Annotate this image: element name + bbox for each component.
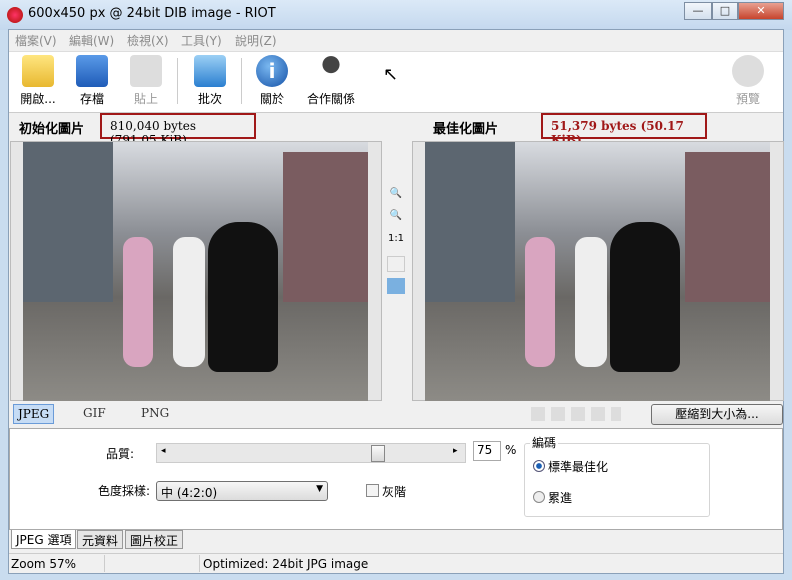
format-bar: JPEG GIF PNG 壓縮到大小為...	[9, 402, 783, 427]
close-button[interactable]: ✕	[738, 2, 784, 20]
encoding-progressive-radio[interactable]	[533, 491, 545, 503]
paste-label: 貼上	[133, 92, 158, 106]
floppy-disk-icon	[76, 55, 108, 87]
partners-button[interactable]: 合作關係	[299, 55, 363, 107]
status-zoom: Zoom 57%	[11, 557, 77, 571]
zoom-out-icon[interactable]: 🔍	[387, 210, 405, 226]
open-button[interactable]: 開啟...	[9, 55, 67, 107]
save-label: 存檔	[79, 92, 104, 106]
quality-slider[interactable]: ◂ ▸	[156, 443, 466, 463]
percent-sign: %	[505, 443, 517, 457]
tab-jpeg-options[interactable]: JPEG 選項	[11, 530, 77, 549]
format-tab-gif[interactable]: GIF	[79, 404, 110, 424]
preview-label: 預覽	[735, 92, 760, 106]
encoding-title: 編碼	[530, 434, 559, 451]
grayscale-checkbox[interactable]	[366, 484, 379, 497]
status-info: Optimized: 24bit JPG image	[203, 557, 369, 571]
about-label: 關於	[259, 92, 284, 106]
disabled-tool-icons	[531, 407, 621, 421]
minimize-button[interactable]: —	[684, 2, 712, 20]
encoding-standard-radio[interactable]	[533, 460, 545, 472]
slider-right-arrow-icon[interactable]: ▸	[453, 446, 458, 456]
menu-tools[interactable]: 工具(Y)	[181, 32, 222, 49]
status-divider	[199, 555, 200, 572]
preview-button[interactable]: 預覽	[719, 55, 777, 107]
quality-input[interactable]: 75	[473, 441, 501, 461]
optimized-label: 最佳化圖片	[433, 122, 499, 137]
fit-button[interactable]	[387, 256, 405, 272]
menu-bar: 檔案(V) 編輯(W) 檢視(X) 工具(Y) 說明(Z)	[9, 30, 783, 50]
open-label: 開啟...	[20, 92, 56, 106]
format-tab-jpeg[interactable]: JPEG	[13, 404, 55, 424]
tab-image-adjust[interactable]: 圖片校正	[125, 530, 184, 549]
optimized-image-panel[interactable]	[412, 141, 784, 401]
quality-slider-thumb[interactable]	[371, 445, 385, 462]
optimized-image	[425, 142, 770, 401]
size-labels-row: 初始化圖片 810,040 bytes (791.05 KiB) 最佳化圖片 5…	[9, 113, 783, 147]
grayscale-label: 灰階	[382, 485, 407, 499]
status-bar: Zoom 57% Optimized: 24bit JPG image	[9, 553, 783, 573]
main-window: 檔案(V) 編輯(W) 檢視(X) 工具(Y) 說明(Z) 開啟... 存檔 貼…	[8, 29, 784, 574]
batch-label: 批次	[197, 92, 222, 106]
app-icon	[7, 7, 23, 23]
toolbar: 開啟... 存檔 貼上 批次 i 關於 合作關係 ↖ 預覽	[9, 51, 783, 113]
chevron-down-icon: ▼	[316, 484, 323, 494]
batch-icon	[194, 55, 226, 87]
person-icon	[315, 55, 347, 87]
chroma-value: 中 (4:2:0)	[161, 486, 218, 500]
original-size: 810,040 bytes (791.05 KiB)	[100, 113, 256, 147]
actual-size-button[interactable]: 1:1	[387, 233, 405, 249]
jpeg-options-panel: 品質: ◂ ▸ 75 % 色度採樣: 中 (4:2:0) ▼ 灰階 編碼 標準最佳…	[9, 428, 783, 530]
original-image-panel[interactable]	[10, 141, 382, 401]
tab-metadata[interactable]: 元資料	[77, 530, 124, 549]
original-label: 初始化圖片	[19, 122, 85, 137]
menu-view[interactable]: 檢視(X)	[127, 32, 169, 49]
format-tab-png[interactable]: PNG	[137, 404, 173, 424]
slider-left-arrow-icon[interactable]: ◂	[161, 446, 166, 456]
chroma-select[interactable]: 中 (4:2:0) ▼	[156, 481, 328, 501]
quality-label: 品質:	[106, 447, 135, 461]
toolbar-separator	[177, 58, 178, 104]
mouse-cursor-icon: ↖	[383, 64, 399, 85]
original-image	[23, 142, 368, 401]
menu-help[interactable]: 說明(Z)	[235, 32, 277, 49]
compress-to-size-button[interactable]: 壓縮到大小為...	[651, 404, 783, 425]
encoding-progressive-label: 累進	[548, 491, 573, 505]
maximize-button[interactable]: □	[712, 2, 738, 20]
save-button[interactable]: 存檔	[63, 55, 121, 107]
toolbar-separator	[241, 58, 242, 104]
paste-icon	[130, 55, 162, 87]
window-title: 600x450 px @ 24bit DIB image - RIOT	[28, 6, 276, 21]
info-icon: i	[256, 55, 288, 87]
status-divider	[104, 555, 105, 572]
zoom-in-icon[interactable]: 🔍	[387, 188, 405, 204]
magnifier-icon	[732, 55, 764, 87]
compare-icon[interactable]	[387, 278, 405, 294]
folder-open-icon	[22, 55, 54, 87]
partners-label: 合作關係	[306, 92, 355, 106]
batch-button[interactable]: 批次	[181, 55, 239, 107]
paste-button[interactable]: 貼上	[117, 55, 175, 107]
chroma-label: 色度採樣:	[98, 484, 151, 498]
optimized-size: 51,379 bytes (50.17 KiB)	[541, 113, 707, 147]
options-tabs: JPEG 選項 元資料 圖片校正	[9, 530, 783, 550]
menu-edit[interactable]: 編輯(W)	[69, 32, 114, 49]
encoding-standard-label: 標準最佳化	[548, 460, 609, 474]
about-button[interactable]: i 關於	[243, 55, 301, 107]
title-bar: 600x450 px @ 24bit DIB image - RIOT — □ …	[0, 0, 792, 30]
menu-file[interactable]: 檔案(V)	[15, 32, 57, 49]
